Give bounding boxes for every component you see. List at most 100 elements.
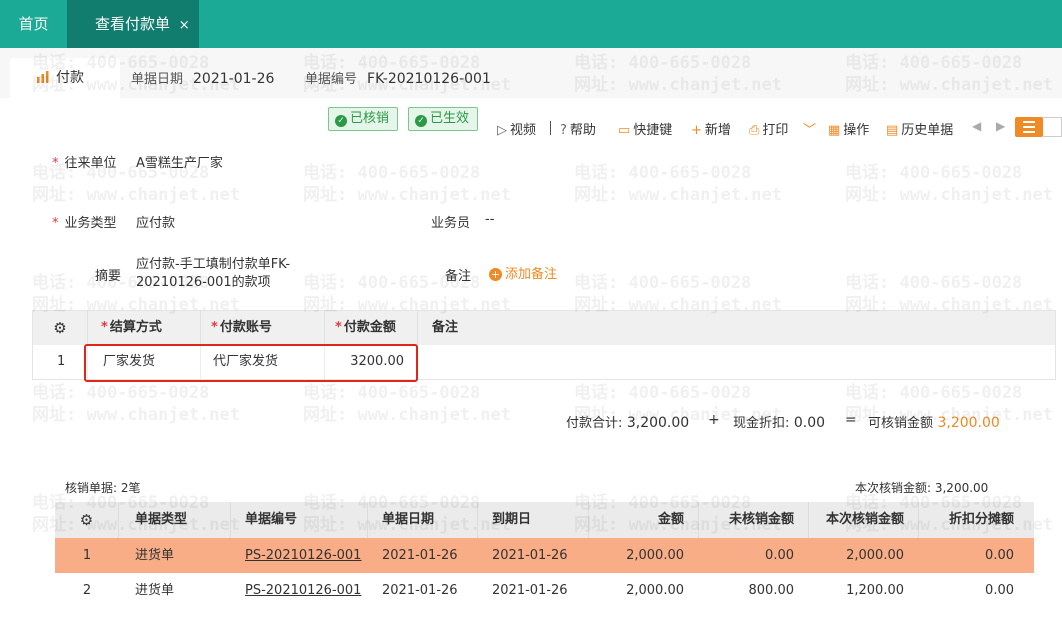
cell-amount: 2,000.00 [626, 548, 684, 563]
subtab-payment-label: 付款 [56, 70, 84, 86]
tab-view-payment[interactable]: 查看付款单 × [67, 0, 199, 48]
document-link[interactable]: PS-20210126-001 [245, 538, 361, 573]
column-header-number: 单据编号 [231, 502, 368, 538]
add-button[interactable]: + 新增 [691, 119, 731, 138]
cell-type: 进货单 [135, 583, 175, 598]
column-header-this: 本次核销金额 [809, 502, 919, 538]
tab-home[interactable]: 首页 [0, 0, 67, 48]
column-header-unverified: 未核销金额 [699, 502, 809, 538]
row-number: 1 [82, 548, 92, 563]
check-icon: ✓ [415, 115, 427, 127]
status-badge-effective: ✓ 已生效 [408, 107, 479, 131]
plus-circle-icon: + [489, 268, 502, 281]
summary-value[interactable]: 应付款-手工填制付款单FK- 20210126-001的款项 [136, 256, 290, 292]
highlight-box [84, 344, 418, 382]
print-label: 打印 [762, 123, 789, 138]
status-badge-verified: ✓ 已核销 [328, 107, 399, 131]
verifiable-amount: 可核销金额 3,200.00 [868, 415, 1000, 431]
verify-table: ⚙ 单据类型 单据编号 单据日期 到期日 金额 未核销金额 本次核销金额 折扣分… [55, 502, 1034, 619]
doc-number-label: 单据编号 [305, 72, 358, 87]
play-icon: ▷ [497, 123, 507, 138]
history-button[interactable]: ▤ 历史单据 [886, 119, 953, 138]
printer-icon: ⎙ [749, 123, 760, 138]
keyboard-icon: ▭ [618, 123, 631, 138]
tab-view-payment-label: 查看付款单 [95, 15, 171, 33]
staff-value[interactable]: -- [485, 212, 494, 227]
plus-icon: + [691, 123, 702, 138]
document-icon: ▤ [886, 123, 899, 138]
remark-label: 备注 [445, 269, 472, 284]
plus-sign: + [708, 412, 720, 428]
cell-this[interactable]: 2,000.00 [809, 538, 919, 573]
cell-discount[interactable]: 0.00 [919, 538, 1034, 573]
grid-icon: ▦ [828, 123, 841, 138]
add-remark-button[interactable]: + 添加备注 [489, 263, 557, 282]
help-button[interactable]: ? 帮助 [560, 119, 596, 138]
check-icon: ✓ [335, 115, 347, 127]
staff-label: 业务员 [431, 216, 471, 231]
cell-due: 2021-01-26 [492, 583, 568, 598]
column-header-amount: 金额 [589, 502, 699, 538]
document-link[interactable]: PS-20210126-001 [245, 573, 361, 608]
doc-number-value: FK-20210126-001 [367, 71, 491, 87]
gear-icon: ⚙ [79, 511, 94, 529]
card-view-button[interactable] [1043, 117, 1062, 137]
close-icon[interactable]: × [179, 18, 190, 33]
summary-line-1: 应付款-手工填制付款单FK- [136, 257, 291, 272]
prev-arrow-icon[interactable]: ◀ [972, 119, 981, 133]
status-badge-effective-label: 已生效 [430, 111, 470, 126]
summary-line-2: 20210126-001的款项 [136, 275, 271, 290]
table-row[interactable]: 2 进货单 PS-20210126-001 2021-01-26 2021-01… [55, 573, 1034, 608]
cell-unverified: 0.00 [765, 548, 794, 563]
column-header-discount: 折扣分摊额 [948, 512, 1014, 527]
column-header-account: * 付款账号 [201, 311, 325, 345]
biz-type-label: * 业务类型 [52, 216, 117, 231]
cell-due: 2021-01-26 [492, 548, 568, 563]
shortcut-button[interactable]: ▭ 快捷键 [618, 119, 672, 138]
partner-label: * 往来单位 [52, 156, 117, 171]
column-settings-button[interactable]: ⚙ [33, 311, 88, 345]
column-header-date: 单据日期 [368, 502, 478, 538]
cell-amount: 2,000.00 [626, 583, 684, 598]
video-button[interactable]: ▷ 视频 [497, 119, 536, 138]
doc-date: 单据日期 2021-01-26 [131, 68, 274, 87]
cell-type: 进货单 [135, 548, 175, 563]
biz-type-value[interactable]: 应付款 [136, 212, 175, 231]
doc-date-label: 单据日期 [131, 72, 184, 87]
add-label: 新增 [704, 123, 731, 138]
subtab-payment[interactable]: 付款 [10, 58, 120, 98]
video-label: 视频 [510, 123, 537, 138]
history-label: 历史单据 [901, 123, 954, 138]
cell-date: 2021-01-26 [382, 548, 458, 563]
next-arrow-icon[interactable]: ▶ [996, 119, 1005, 133]
print-button[interactable]: ⎙ 打印 [749, 119, 788, 138]
list-view-button[interactable] [1015, 117, 1043, 137]
this-verify-amount: 本次核销金额: 3,200.00 [855, 481, 989, 495]
cash-discount: 现金折扣: 0.00 [733, 415, 826, 431]
operate-label: 操作 [843, 123, 870, 138]
status-badge-verified-label: 已核销 [350, 111, 390, 126]
doc-date-value: 2021-01-26 [193, 71, 275, 87]
row-number: 1 [33, 345, 88, 379]
pay-total: 付款合计: 3,200.00 [566, 415, 690, 431]
help-label: 帮助 [569, 123, 596, 138]
cell-this[interactable]: 1,200.00 [809, 573, 919, 608]
print-dropdown[interactable]: ﹀ [803, 119, 816, 138]
column-header-remark: 备注 [432, 320, 459, 335]
partner-value[interactable]: A雪糕生产厂家 [136, 152, 223, 171]
table-row[interactable]: 1 进货单 PS-20210126-001 2021-01-26 2021-01… [55, 538, 1034, 573]
chevron-down-icon: ﹀ [803, 123, 817, 138]
column-header-type: 单据类型 [119, 502, 231, 538]
doc-number: 单据编号 FK-20210126-001 [305, 68, 491, 87]
cell-remark[interactable] [418, 345, 1055, 379]
equals-sign: = [845, 412, 857, 428]
summary-label: 摘要 [95, 269, 122, 284]
add-remark-label: 添加备注 [505, 267, 558, 282]
operate-button[interactable]: ▦ 操作 [828, 119, 869, 138]
column-settings-button[interactable]: ⚙ [55, 502, 119, 538]
cell-discount[interactable]: 0.00 [919, 573, 1034, 608]
column-header-amount: * 付款金额 [325, 311, 418, 345]
help-icon: ? [560, 123, 567, 138]
gear-icon: ⚙ [53, 319, 67, 337]
cell-unverified: 800.00 [748, 583, 795, 598]
